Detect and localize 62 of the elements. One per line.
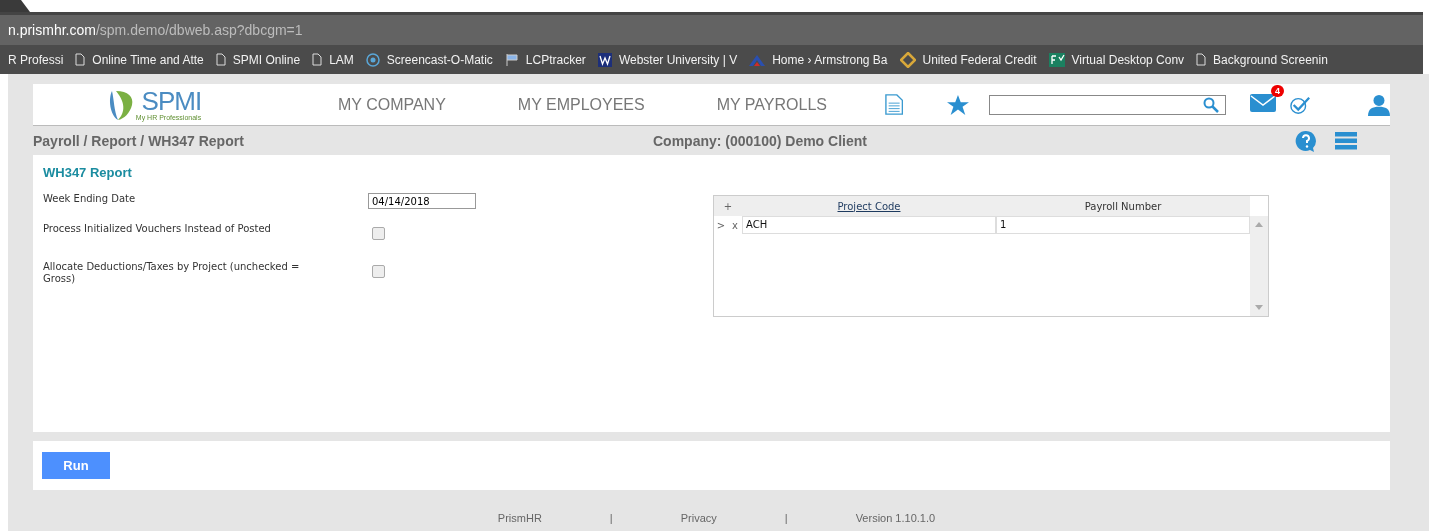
- nav-link[interactable]: MY EMPLOYEES: [517, 95, 645, 114]
- field-label: Allocate Deductions/Taxes by Project (unchecked = Gross): [43, 261, 301, 285]
- document-icon[interactable]: [884, 93, 904, 116]
- footer-link[interactable]: PrismHR: [497, 512, 542, 524]
- check-circle-icon[interactable]: [1289, 94, 1311, 115]
- delete-row-button[interactable]: x: [728, 219, 742, 231]
- bookmark-link[interactable]: R Professi: [8, 52, 64, 67]
- checkbox[interactable]: [372, 265, 385, 278]
- diamond-icon: [899, 51, 916, 68]
- company-label: Company: (000100) Demo Client: [653, 132, 868, 149]
- mail-icon[interactable]: [1249, 93, 1276, 112]
- page-icon: [1196, 53, 1207, 66]
- nav-link[interactable]: MY COMPANY: [337, 95, 446, 114]
- address-bar[interactable]: n.prismhr.com/spm.demo/dbweb.asp?dbcgm=1: [0, 12, 1423, 45]
- scroll-down-icon[interactable]: [1255, 305, 1263, 310]
- chevron-icon: [749, 53, 766, 66]
- page-icon: [215, 53, 226, 66]
- footer-link[interactable]: Version 1.10.1.0: [855, 512, 936, 524]
- bookmark-link[interactable]: LCPtracker: [525, 52, 586, 67]
- table-cell[interactable]: 1: [996, 216, 1250, 234]
- star-icon[interactable]: [947, 93, 970, 116]
- bookmark-link[interactable]: Webster University | V: [618, 52, 738, 67]
- flag-icon: [504, 52, 519, 67]
- page-icon: [312, 53, 323, 66]
- bookmark-link[interactable]: Screencast-O-Matic: [386, 52, 493, 67]
- logo-icon: [107, 88, 134, 121]
- bookmark-link[interactable]: Background Screenin: [1213, 52, 1328, 67]
- table-cell[interactable]: ACH: [742, 216, 996, 234]
- bookmark-link[interactable]: United Federal Credit: [922, 52, 1037, 67]
- spreadsheet-icon: [1048, 52, 1065, 67]
- list-icon[interactable]: [1335, 131, 1357, 150]
- bookmark-link[interactable]: Home › Armstrong Ba: [772, 52, 888, 67]
- footer-separator: |: [609, 512, 613, 524]
- search-icon: [1202, 96, 1219, 113]
- footer-link[interactable]: Privacy: [680, 512, 717, 524]
- date-field[interactable]: 04/14/2018: [368, 193, 476, 209]
- help-icon[interactable]: [1295, 129, 1317, 152]
- checkbox[interactable]: [372, 227, 385, 240]
- row-pointer: >: [715, 219, 727, 231]
- column-header: Payroll Number: [1083, 200, 1163, 212]
- bookmark-link[interactable]: Online Time and Atte: [92, 52, 204, 67]
- page-icon: [75, 53, 86, 66]
- user-icon[interactable]: [1368, 92, 1390, 117]
- letter-icon: [597, 52, 612, 67]
- record-icon: [365, 52, 380, 67]
- search-field[interactable]: [989, 94, 1226, 115]
- window-corner: [0, 0, 30, 12]
- bookmark-link[interactable]: SPMI Online: [232, 52, 301, 67]
- add-row-button[interactable]: +: [714, 200, 742, 212]
- scroll-up-icon[interactable]: [1255, 222, 1263, 227]
- field-label: Week Ending Date: [43, 193, 137, 205]
- bookmark-link[interactable]: LAM: [329, 52, 354, 67]
- logo-text: SPMI: [141, 88, 202, 114]
- scrollbar[interactable]: [1250, 216, 1268, 316]
- notification-badge: 4: [1270, 84, 1284, 97]
- nav-link[interactable]: MY PAYROLLS: [716, 95, 827, 114]
- column-header[interactable]: Project Code: [742, 200, 996, 212]
- bookmark-link[interactable]: Virtual Desktop Conv: [1071, 52, 1185, 67]
- breadcrumb: Payroll / Report / WH347 Report: [33, 132, 245, 149]
- footer-separator: |: [784, 512, 788, 524]
- field-label: Process Initialized Vouchers Instead of Posted: [43, 223, 272, 235]
- form-title: WH347 Report: [43, 165, 133, 180]
